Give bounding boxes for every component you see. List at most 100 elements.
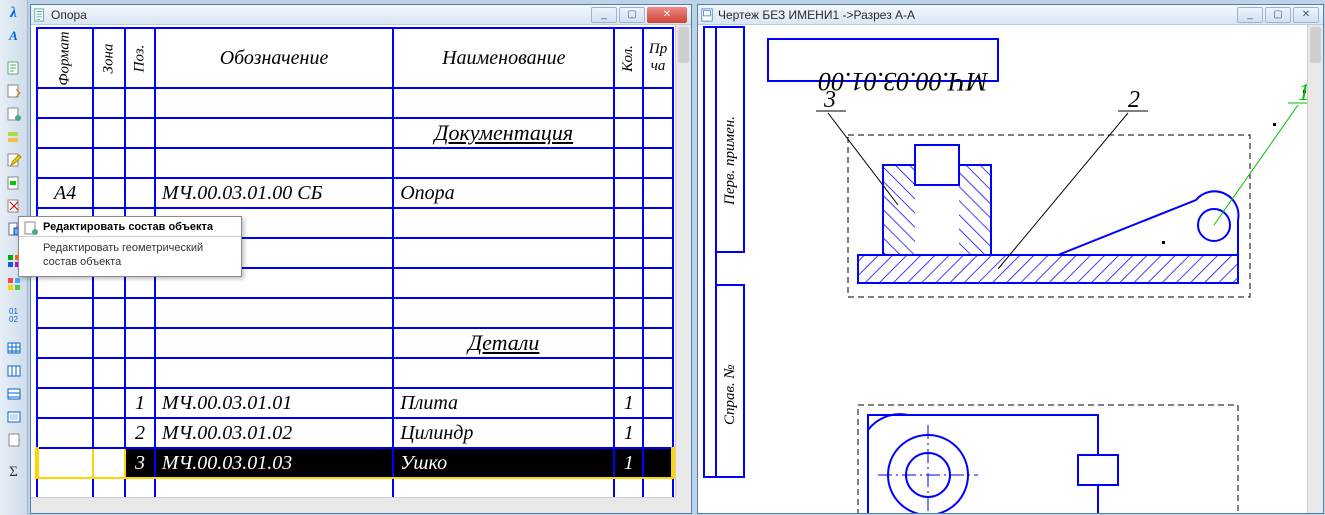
table-cell[interactable]: Детали (393, 328, 614, 358)
drawing-canvas[interactable]: Перв. примен. Справ. № МЧ.00.03.01.00 (698, 25, 1307, 513)
table-cell[interactable] (125, 88, 155, 118)
table-cell[interactable] (93, 448, 125, 478)
table-cell[interactable] (393, 88, 614, 118)
table-cell[interactable] (155, 358, 393, 388)
table-cell[interactable] (93, 118, 125, 148)
table-cell[interactable] (125, 148, 155, 178)
table-cell[interactable] (643, 328, 673, 358)
drawing-close-button[interactable]: ✕ (1293, 7, 1319, 23)
table-cell[interactable] (643, 148, 673, 178)
drawing-vscroll[interactable] (1307, 25, 1323, 513)
table-cell[interactable] (37, 388, 93, 418)
table-cell[interactable] (93, 388, 125, 418)
table-cell[interactable] (643, 358, 673, 388)
edit-row-icon[interactable] (3, 103, 25, 125)
table-cell[interactable] (393, 148, 614, 178)
spec-close-button[interactable]: ✕ (647, 7, 687, 23)
table-cell[interactable] (93, 298, 125, 328)
table-cell[interactable] (37, 88, 93, 118)
table-cell[interactable] (614, 178, 643, 208)
table-cell[interactable]: Документация (393, 118, 614, 148)
table-row[interactable] (37, 298, 673, 328)
table-cell[interactable] (37, 118, 93, 148)
table-cell[interactable]: А4 (37, 178, 93, 208)
table4-icon[interactable] (3, 406, 25, 428)
table-cell[interactable] (393, 358, 614, 388)
drawing-minimize-button[interactable]: _ (1237, 7, 1263, 23)
table-cell[interactable] (93, 418, 125, 448)
table-cell[interactable]: Ушко (393, 448, 614, 478)
table-cell[interactable] (614, 148, 643, 178)
table-cell[interactable] (393, 298, 614, 328)
drawing-titlebar[interactable]: Чертеж БЕЗ ИМЕНИ1 ->Разрез А-А _ ▢ ✕ (698, 5, 1323, 25)
table-cell[interactable] (37, 448, 93, 478)
table-cell[interactable] (93, 178, 125, 208)
table-cell[interactable] (393, 238, 614, 268)
layers-icon[interactable] (3, 126, 25, 148)
sigma-icon[interactable]: Σ (3, 461, 25, 483)
table-cell[interactable] (614, 298, 643, 328)
table-cell[interactable] (155, 298, 393, 328)
table-cell[interactable] (614, 118, 643, 148)
table-cell[interactable] (37, 148, 93, 178)
table3-icon[interactable] (3, 383, 25, 405)
table-cell[interactable]: Цилиндр (393, 418, 614, 448)
table-cell[interactable] (643, 418, 673, 448)
table-cell[interactable]: 1 (614, 448, 643, 478)
highlight-icon[interactable] (3, 172, 25, 194)
table-cell[interactable] (643, 448, 673, 478)
table-cell[interactable] (93, 88, 125, 118)
table2-icon[interactable] (3, 360, 25, 382)
table-cell[interactable] (93, 358, 125, 388)
spec-minimize-button[interactable]: _ (591, 7, 617, 23)
table-row[interactable]: 2МЧ.00.03.01.02Цилиндр1 (37, 418, 673, 448)
table-cell[interactable] (643, 118, 673, 148)
table-cell[interactable] (125, 118, 155, 148)
table-row[interactable]: Детали (37, 328, 673, 358)
table-cell[interactable] (93, 148, 125, 178)
table-cell[interactable]: 3 (125, 448, 155, 478)
spec-hscroll[interactable] (31, 497, 675, 513)
table-cell[interactable] (643, 178, 673, 208)
spec-vscroll-thumb[interactable] (678, 27, 689, 63)
table-cell[interactable]: МЧ.00.03.01.03 (155, 448, 393, 478)
table-cell[interactable]: МЧ.00.03.01.02 (155, 418, 393, 448)
drawing-vscroll-thumb[interactable] (1310, 27, 1321, 63)
table-cell[interactable] (393, 268, 614, 298)
compose-icon[interactable] (3, 149, 25, 171)
sheet-icon[interactable] (3, 429, 25, 451)
table-row[interactable] (37, 88, 673, 118)
table-row[interactable]: 3МЧ.00.03.01.03Ушко1 (37, 448, 673, 478)
table-cell[interactable]: Плита (393, 388, 614, 418)
table-cell[interactable] (155, 88, 393, 118)
table-cell[interactable] (614, 358, 643, 388)
table-cell[interactable] (37, 418, 93, 448)
table-cell[interactable] (93, 328, 125, 358)
table-cell[interactable]: Опора (393, 178, 614, 208)
table1-icon[interactable] (3, 337, 25, 359)
spec-vscroll[interactable] (675, 25, 691, 497)
spec-maximize-button[interactable]: ▢ (619, 7, 645, 23)
lambda-icon[interactable]: λ (3, 2, 25, 24)
table-cell[interactable]: 1 (125, 388, 155, 418)
table-cell[interactable] (614, 238, 643, 268)
table-cell[interactable] (155, 118, 393, 148)
table-cell[interactable] (125, 328, 155, 358)
table-row[interactable]: Документация (37, 118, 673, 148)
numbering-icon[interactable]: 0102 (3, 305, 25, 327)
table-cell[interactable] (125, 358, 155, 388)
drawing-maximize-button[interactable]: ▢ (1265, 7, 1291, 23)
edit-sheet-icon[interactable] (3, 57, 25, 79)
spec-titlebar[interactable]: Опора _ ▢ ✕ (31, 5, 691, 25)
table-cell[interactable] (643, 208, 673, 238)
table-cell[interactable] (37, 358, 93, 388)
filter-icon[interactable] (3, 195, 25, 217)
table-cell[interactable] (614, 208, 643, 238)
table-cell[interactable]: МЧ.00.03.01.01 (155, 388, 393, 418)
text-a-icon[interactable]: A (3, 25, 25, 47)
table-cell[interactable] (614, 268, 643, 298)
table-cell[interactable] (643, 268, 673, 298)
table-cell[interactable]: 1 (614, 418, 643, 448)
table-cell[interactable] (37, 298, 93, 328)
table-cell[interactable]: 2 (125, 418, 155, 448)
